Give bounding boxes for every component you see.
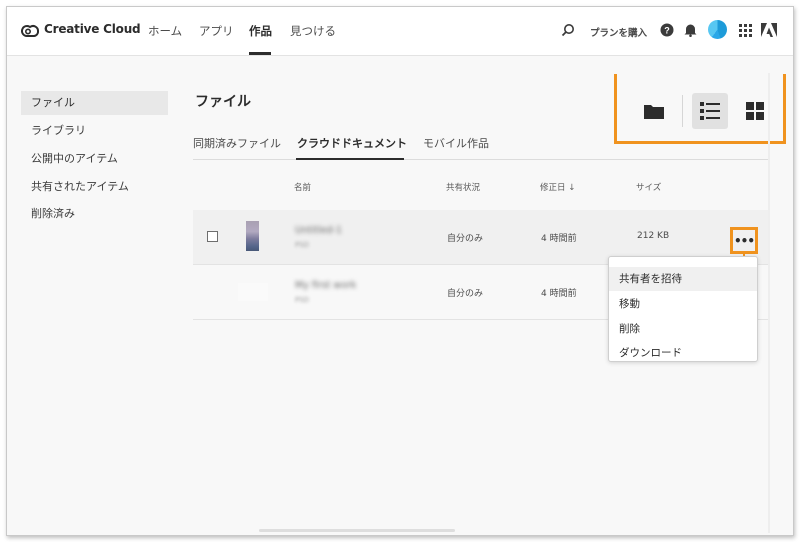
sidebar-item-files[interactable]: ファイル (21, 91, 168, 115)
modified-date: 4 時間前 (541, 234, 577, 244)
adobe-logo-icon[interactable] (759, 20, 779, 40)
menu-item-move[interactable]: 移動 (609, 292, 757, 316)
file-name[interactable]: Untitled-1 (295, 225, 342, 236)
sidebar-item-published[interactable]: 公開中のアイテム (21, 147, 168, 171)
sidebar-item-shared[interactable]: 共有されたアイテム (21, 175, 168, 199)
modified-date: 4 時間前 (541, 289, 577, 299)
sidebar-item-deleted[interactable]: 削除済み (21, 202, 168, 226)
tab-mobile-creations[interactable]: モバイル作品 (423, 135, 489, 151)
nav-apps[interactable]: アプリ (199, 23, 234, 39)
nav-active-indicator (249, 52, 271, 55)
nav-works[interactable]: 作品 (249, 23, 272, 39)
more-options-button[interactable]: ••• (730, 227, 758, 254)
nav-home[interactable]: ホーム (148, 23, 182, 39)
column-header-name[interactable]: 名前 (294, 181, 311, 193)
file-size: 212 KB (637, 231, 670, 241)
menu-item-download[interactable]: ダウンロード (609, 341, 757, 365)
svg-text:?: ? (664, 26, 670, 36)
menu-item-delete[interactable]: 削除 (609, 317, 757, 341)
search-icon[interactable] (558, 20, 578, 40)
sort-arrow-down-icon: ↓ (568, 183, 576, 193)
nav-discover[interactable]: 見つける (290, 23, 336, 39)
page-title: ファイル (195, 94, 251, 110)
row-checkbox[interactable] (207, 231, 218, 242)
column-header-size[interactable]: サイズ (636, 181, 661, 193)
column-header-modified[interactable]: 修正日 ↓ (540, 181, 575, 193)
tab-cloud-documents[interactable]: クラウドドキュメント (297, 135, 407, 151)
list-view-icon[interactable] (692, 93, 728, 129)
file-type: PSD (295, 241, 310, 249)
avatar[interactable] (708, 20, 727, 39)
horizontal-scrollbar[interactable] (259, 529, 455, 532)
creative-cloud-logo-icon (21, 25, 39, 37)
file-type: PSD (295, 296, 310, 304)
tab-synced-files[interactable]: 同期済みファイル (193, 135, 281, 151)
file-name[interactable]: My first work (295, 280, 356, 291)
top-bar: Creative Cloud ホーム アプリ 作品 見つける プランを購入 ? (7, 7, 793, 56)
apps-grid-icon[interactable] (735, 20, 755, 40)
bell-icon[interactable] (680, 20, 700, 40)
tabs-divider (193, 159, 769, 160)
buy-plan-link[interactable]: プランを購入 (590, 25, 647, 39)
app-window: Creative Cloud ホーム アプリ 作品 見つける プランを購入 ? … (6, 6, 794, 536)
shared-status: 自分のみ (447, 289, 484, 299)
file-thumbnail (246, 221, 259, 251)
file-thumbnail (238, 283, 268, 301)
vertical-scrollbar[interactable] (768, 73, 770, 533)
context-menu: 共有者を招待 移動 削除 ダウンロード (608, 256, 758, 362)
help-icon[interactable]: ? (657, 20, 677, 40)
column-header-shared[interactable]: 共有状況 (446, 181, 480, 193)
shared-status: 自分のみ (447, 234, 484, 244)
folder-icon[interactable] (636, 93, 672, 129)
sidebar-item-libraries[interactable]: ライブラリ (21, 119, 168, 143)
tab-active-indicator (296, 158, 404, 160)
brand-name[interactable]: Creative Cloud (44, 22, 141, 36)
menu-item-invite[interactable]: 共有者を招待 (609, 267, 757, 291)
view-separator (682, 95, 683, 127)
